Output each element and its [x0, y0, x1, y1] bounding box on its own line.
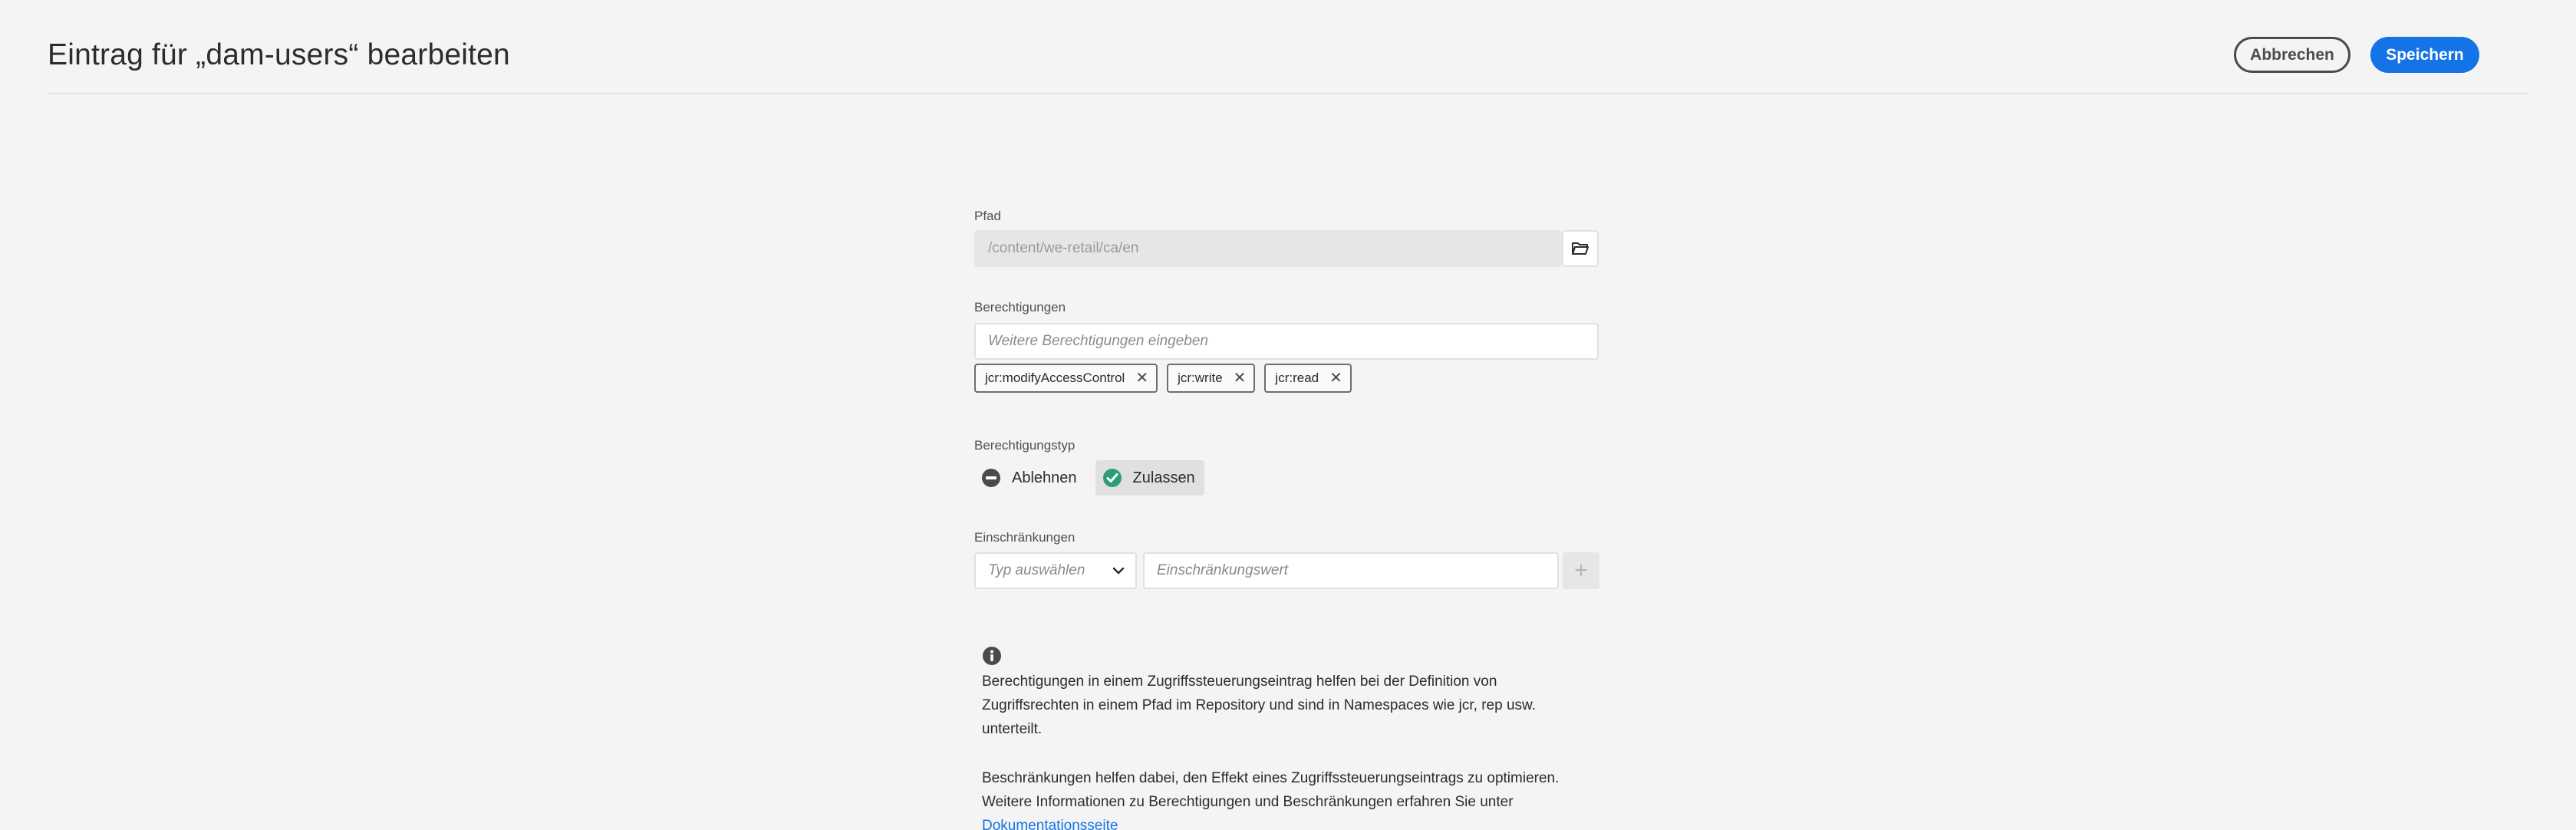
info-icon	[983, 647, 1001, 665]
remove-tag-icon[interactable]: ✕	[1135, 371, 1148, 386]
info-paragraph-2: Beschränkungen helfen dabei, den Effekt …	[982, 766, 1559, 830]
tag-write: jcr:write ✕	[1167, 364, 1256, 393]
tag-label: jcr:modifyAccessControl	[985, 371, 1125, 385]
plus-icon: +	[1574, 558, 1588, 583]
save-button[interactable]: Speichern	[2370, 37, 2479, 73]
path-label: Pfad	[974, 209, 1001, 223]
info-line: Zugriffsrechten in einem Pfad im Reposit…	[982, 697, 1536, 713]
tag-label: jcr:read	[1275, 371, 1319, 385]
edit-ace-page: Eintrag für „dam-users“ bearbeiten Abbre…	[0, 0, 2576, 830]
tag-label: jcr:write	[1178, 371, 1223, 385]
tag-read: jcr:read ✕	[1264, 364, 1352, 393]
browse-path-button[interactable]	[1562, 230, 1599, 267]
header: Eintrag für „dam-users“ bearbeiten	[48, 0, 2528, 94]
permissions-placeholder: Weitere Berechtigungen eingeben	[988, 333, 1208, 349]
restrictions-label: Einschränkungen	[974, 530, 1076, 545]
info-line: Beschränkungen helfen dabei, den Effekt …	[982, 770, 1560, 786]
deny-icon	[982, 469, 1000, 487]
permissions-input[interactable]: Weitere Berechtigungen eingeben	[974, 323, 1599, 360]
deny-option[interactable]: Ablehnen	[974, 460, 1086, 496]
info-paragraph-1: Berechtigungen in einem Zugriffssteuerun…	[982, 670, 1536, 741]
cancel-button[interactable]: Abbrechen	[2234, 37, 2350, 73]
restriction-value-placeholder: Einschränkungswert	[1157, 562, 1289, 578]
restriction-value-input[interactable]: Einschränkungswert	[1143, 552, 1559, 589]
allow-option[interactable]: Zulassen	[1095, 460, 1204, 496]
check-circle-icon	[1102, 469, 1122, 487]
info-line: unterteilt.	[982, 721, 1043, 737]
permission-type-label: Berechtigungstyp	[974, 438, 1076, 453]
documentation-link[interactable]: Dokumentationsseite	[982, 814, 1559, 830]
path-field[interactable]: /content/we-retail/ca/en	[974, 230, 1562, 267]
folder-icon	[1572, 242, 1589, 255]
path-value: /content/we-retail/ca/en	[988, 240, 1139, 256]
permissions-label: Berechtigungen	[974, 300, 1066, 315]
page-title: Eintrag für „dam-users“ bearbeiten	[48, 38, 510, 71]
permission-tags: jcr:modifyAccessControl ✕ jcr:write ✕ jc…	[974, 364, 1352, 393]
info-line: Berechtigungen in einem Zugriffssteuerun…	[982, 674, 1497, 690]
remove-tag-icon[interactable]: ✕	[1329, 371, 1342, 386]
add-restriction-button[interactable]: +	[1563, 552, 1599, 589]
permission-type-group: Ablehnen Zulassen	[974, 460, 1204, 496]
restriction-type-select[interactable]: Typ auswählen	[974, 552, 1137, 589]
info-line: Weitere Informationen zu Berechtigungen …	[982, 794, 1514, 810]
chevron-down-icon	[1112, 567, 1125, 575]
allow-label: Zulassen	[1132, 469, 1195, 486]
deny-label: Ablehnen	[1012, 469, 1077, 486]
remove-tag-icon[interactable]: ✕	[1234, 371, 1247, 386]
restriction-type-placeholder: Typ auswählen	[988, 562, 1085, 578]
tag-modify-access-control: jcr:modifyAccessControl ✕	[974, 364, 1158, 393]
